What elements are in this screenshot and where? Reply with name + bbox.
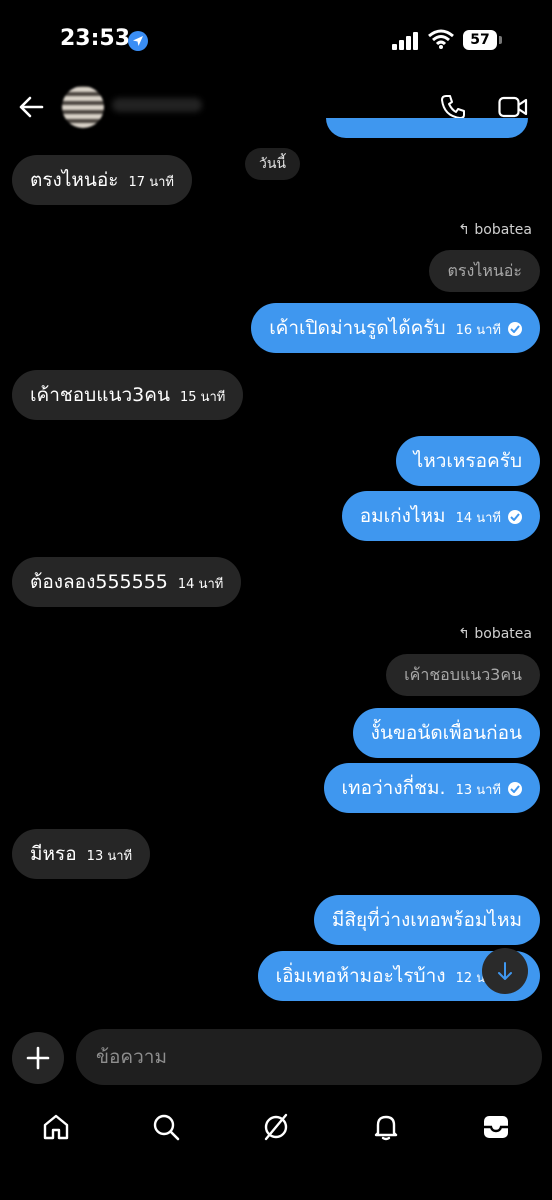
explore-icon[interactable] — [261, 1112, 291, 1142]
message-text: ตรงไหนอ่ะ — [30, 169, 119, 191]
message-outgoing[interactable]: อมเก่งไหม 14 นาที — [341, 491, 540, 541]
quoted-text: เค้าชอบแนว3คน — [404, 665, 522, 684]
signal-icon — [392, 32, 418, 50]
reply-label: ↰ bobatea — [458, 626, 532, 642]
message-text: อมเก่งไหม — [359, 505, 446, 527]
reply-icon: ↰ — [458, 626, 475, 642]
message-incoming[interactable]: มีหรอ 13 นาที — [12, 829, 151, 879]
inbox-icon[interactable] — [481, 1112, 511, 1142]
seen-check-icon — [508, 782, 522, 796]
seen-check-icon — [508, 510, 522, 524]
message-time: 13 นาที — [86, 849, 133, 864]
message-incoming[interactable]: ตรงไหนอ่ะ 17 นาที — [12, 155, 192, 205]
message-outgoing[interactable]: ไหวเหรอครับ — [395, 436, 540, 486]
contact-name-redacted[interactable] — [112, 98, 202, 112]
home-icon[interactable] — [41, 1112, 71, 1142]
reply-target: bobatea — [474, 222, 532, 238]
message-incoming[interactable]: ต้องลอง555555 14 นาที — [12, 557, 242, 607]
message-text: เทอว่างกี่ชม. — [341, 777, 446, 799]
message-outgoing[interactable]: เทอว่างกี่ชม. 13 นาที — [323, 763, 540, 813]
message-text: เค้าชอบแนว3คน — [30, 384, 170, 406]
back-arrow-icon[interactable] — [18, 94, 44, 120]
message-text: ต้องลอง555555 — [30, 571, 168, 593]
message-time: 14 นาที — [177, 577, 224, 592]
message-text: เอิ่มเทอห้ามอะไรบ้าง — [275, 965, 446, 987]
status-time: 23:53 — [60, 26, 131, 51]
message-input[interactable] — [76, 1029, 542, 1085]
message-outgoing[interactable]: มีสิยุที่ว่างเทอพร้อมไหม — [313, 895, 540, 945]
quoted-message[interactable]: เค้าชอบแนว3คน — [386, 654, 540, 696]
reply-icon: ↰ — [458, 222, 475, 238]
message-text: เค้าเปิดม่านรูดได้ครับ — [269, 317, 446, 339]
wifi-icon — [428, 29, 454, 49]
message-time: 14 นาที — [455, 511, 501, 526]
message-text: มีสิยุที่ว่างเทอพร้อมไหม — [331, 909, 522, 931]
avatar[interactable] — [62, 86, 104, 128]
reply-target: bobatea — [474, 626, 532, 642]
arrow-down-icon — [498, 962, 512, 980]
notifications-icon[interactable] — [371, 1112, 401, 1142]
message-outgoing[interactable]: เค้าเปิดม่านรูดได้ครับ 16 นาที — [251, 303, 540, 353]
message-text: งั้นขอนัดเพื่อนก่อน — [370, 722, 522, 744]
battery-icon: 57 — [463, 30, 497, 50]
search-icon[interactable] — [151, 1112, 181, 1142]
date-separator: วันนี้ — [245, 148, 301, 180]
seen-check-icon — [508, 322, 522, 336]
reply-label: ↰ bobatea — [458, 222, 532, 238]
scroll-to-bottom-button[interactable] — [482, 948, 528, 994]
message-time: 16 นาที — [455, 323, 501, 338]
plus-icon — [26, 1046, 50, 1070]
battery-tip — [499, 36, 502, 44]
message-time: 13 นาที — [455, 783, 501, 798]
message-incoming[interactable]: เค้าชอบแนว3คน 15 นาที — [12, 370, 244, 420]
message-time: 15 นาที — [179, 390, 226, 405]
message-text: มีหรอ — [30, 843, 77, 865]
previous-message-bubble — [326, 118, 528, 138]
message-outgoing[interactable]: งั้นขอนัดเพื่อนก่อน — [352, 708, 540, 758]
location-icon — [128, 31, 148, 51]
video-icon[interactable] — [498, 95, 528, 119]
message-time: 17 นาที — [128, 175, 174, 190]
tab-bar — [0, 1100, 552, 1200]
status-bar: 23:53 57 — [0, 0, 552, 80]
add-attachment-button[interactable] — [12, 1032, 64, 1084]
quoted-text: ตรงไหนอ่ะ — [447, 261, 522, 280]
message-text: ไหวเหรอครับ — [413, 450, 522, 472]
phone-icon[interactable] — [440, 94, 466, 120]
quoted-message[interactable]: ตรงไหนอ่ะ — [429, 250, 540, 292]
